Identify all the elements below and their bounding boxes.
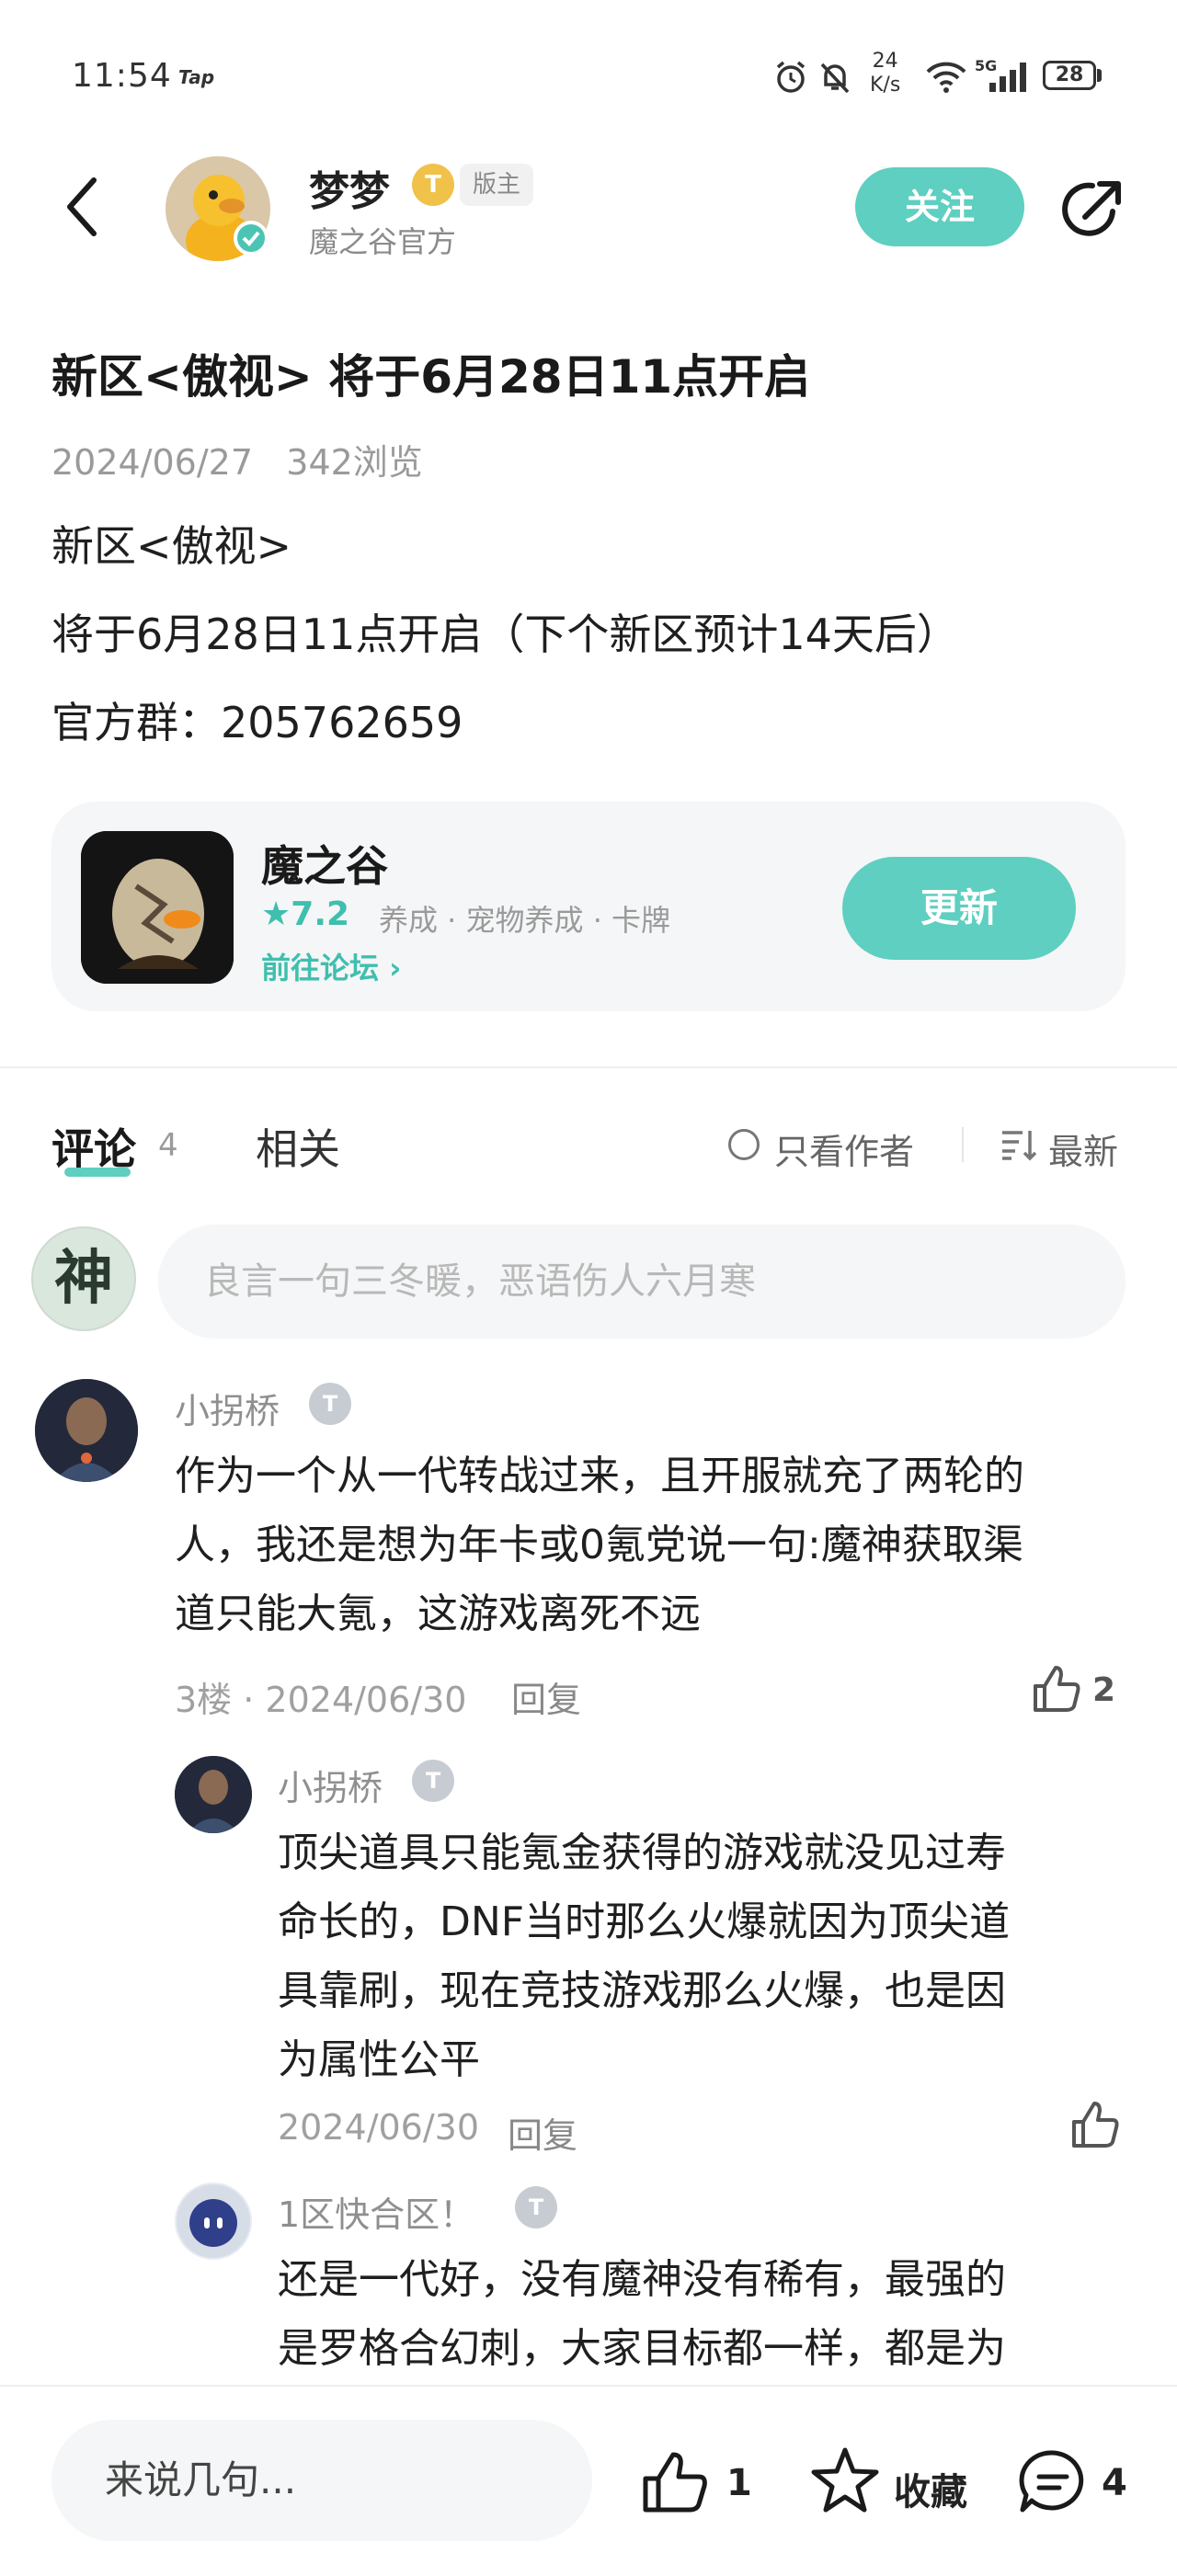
reply-username[interactable]: 小拐桥 [278,1760,383,1810]
reply-avatar[interactable] [175,2183,252,2260]
reply-text-line: 顶尖道具只能氪金获得的游戏就没见过寿 [278,1829,1006,1876]
reply-username[interactable]: 1区快合区！ [278,2186,474,2237]
post-like-count: 1 [726,2462,752,2504]
battery-tip [1097,69,1102,82]
comment-meta: 3楼 · 2024/06/30 [175,1680,467,1720]
sort-icon[interactable] [1000,1127,1037,1162]
article-body-line: 将于6月28日11点开启（下个新区预计14天后） [51,610,959,659]
sort-latest[interactable]: 最新 [1048,1123,1118,1174]
article-title: 新区<傲视> 将于6月28日11点开启 [51,350,811,404]
reply-text-line: 是罗格合幻刺，大家目标都一样，都是为 [278,2325,1006,2372]
article-body-line: 新区<傲视> [51,521,292,571]
egg-app-icon [81,831,234,984]
forum-link[interactable]: 前往论坛 › [261,945,401,987]
reply-text-line: 具靠刷，现在竞技游戏那么火爆，也是因 [278,1967,1006,2014]
tab-active-indicator [64,1168,131,1177]
article-views: 342浏览 [286,442,423,483]
signal-icon [989,63,1026,92]
article-meta: 2024/06/27 342浏览 [51,434,423,484]
author-subtitle: 魔之谷官方 [309,224,457,259]
user-level-badge: T [412,1760,454,1802]
alarm-icon [776,61,806,93]
wifi-icon [926,62,966,93]
like-icon[interactable] [640,2449,710,2515]
level-badge: T [412,164,454,206]
section-divider [0,1066,1177,1068]
reply-button[interactable]: 回复 [511,1671,581,1722]
reply-avatar[interactable] [175,1756,252,1833]
status-time: 11:54 [72,57,172,95]
author-name[interactable]: 梦梦 [309,158,390,217]
my-avatar-char: 神 [54,1244,113,1313]
bot-avatar-icon [177,2184,250,2258]
network-speed-unit: K/s [870,74,901,97]
network-speed: 24 K/s [870,50,900,97]
back-icon[interactable] [61,175,103,239]
app-icon[interactable] [81,831,234,984]
network-speed-value: 24 [872,50,898,73]
bottom-comment-input[interactable]: 来说几句... [51,2420,592,2541]
tab-comments-count: 4 [158,1127,178,1164]
mute-icon [820,63,850,94]
app-name[interactable]: 魔之谷 [261,833,388,894]
comment-text-line: 作为一个从一代转战过来，且开服就充了两轮的 [175,1453,1024,1499]
battery-indicator: 28 [1043,61,1096,90]
user-level-badge: T [515,2186,557,2228]
verified-icon [234,221,269,256]
reply-text-line: 为属性公平 [278,2036,480,2083]
reply-button[interactable]: 回复 [508,2107,577,2158]
role-badge: 版主 [460,164,534,206]
share-icon[interactable] [1057,175,1127,245]
star-icon[interactable] [809,2445,881,2515]
app-rating: ★7.2 [261,895,350,933]
comment-like-count: 2 [1092,1671,1116,1709]
follow-button[interactable]: 关注 [855,167,1024,246]
article-body-line: 官方群：205762659 [51,698,463,747]
comment-text-line: 道只能大氪，这游戏离死不远 [175,1590,701,1637]
post-comment-count: 4 [1102,2462,1127,2504]
my-avatar[interactable]: 神 [31,1226,136,1331]
robot-avatar-icon [175,1756,252,1833]
comment-text-line: 人，我还是想为年卡或0氪党说一句:魔神获取渠 [175,1522,1023,1568]
reply-meta: 2024/06/30 [278,2107,480,2148]
thumbs-up-icon[interactable] [1068,2100,1120,2149]
user-level-badge: T [309,1383,351,1425]
filter-separator [962,1127,964,1162]
comment-avatar[interactable] [35,1379,138,1482]
robot-avatar-icon [35,1379,138,1482]
thumbs-up-icon[interactable] [1030,1664,1081,1714]
status-tap-label: Tap [178,66,215,88]
article-date: 2024/06/27 [51,442,254,483]
reply-text-line: 还是一代好，没有魔神没有稀有，最强的 [278,2256,1006,2303]
favorite-button[interactable]: 收藏 [894,2462,967,2515]
comment-bubble-icon[interactable] [1017,2447,1089,2517]
update-button[interactable]: 更新 [842,857,1076,960]
comment-username[interactable]: 小拐桥 [175,1383,280,1433]
author-only-radio-icon[interactable] [728,1129,760,1160]
comment-input[interactable]: 良言一句三冬暖，恶语伤人六月寒 [158,1225,1126,1339]
tab-related[interactable]: 相关 [256,1116,340,1177]
author-only-filter[interactable]: 只看作者 [774,1123,914,1174]
reply-text-line: 命长的，DNF当时那么火爆就因为顶尖道 [278,1898,1011,1945]
app-tags: 养成 · 宠物养成 · 卡牌 [379,903,671,938]
